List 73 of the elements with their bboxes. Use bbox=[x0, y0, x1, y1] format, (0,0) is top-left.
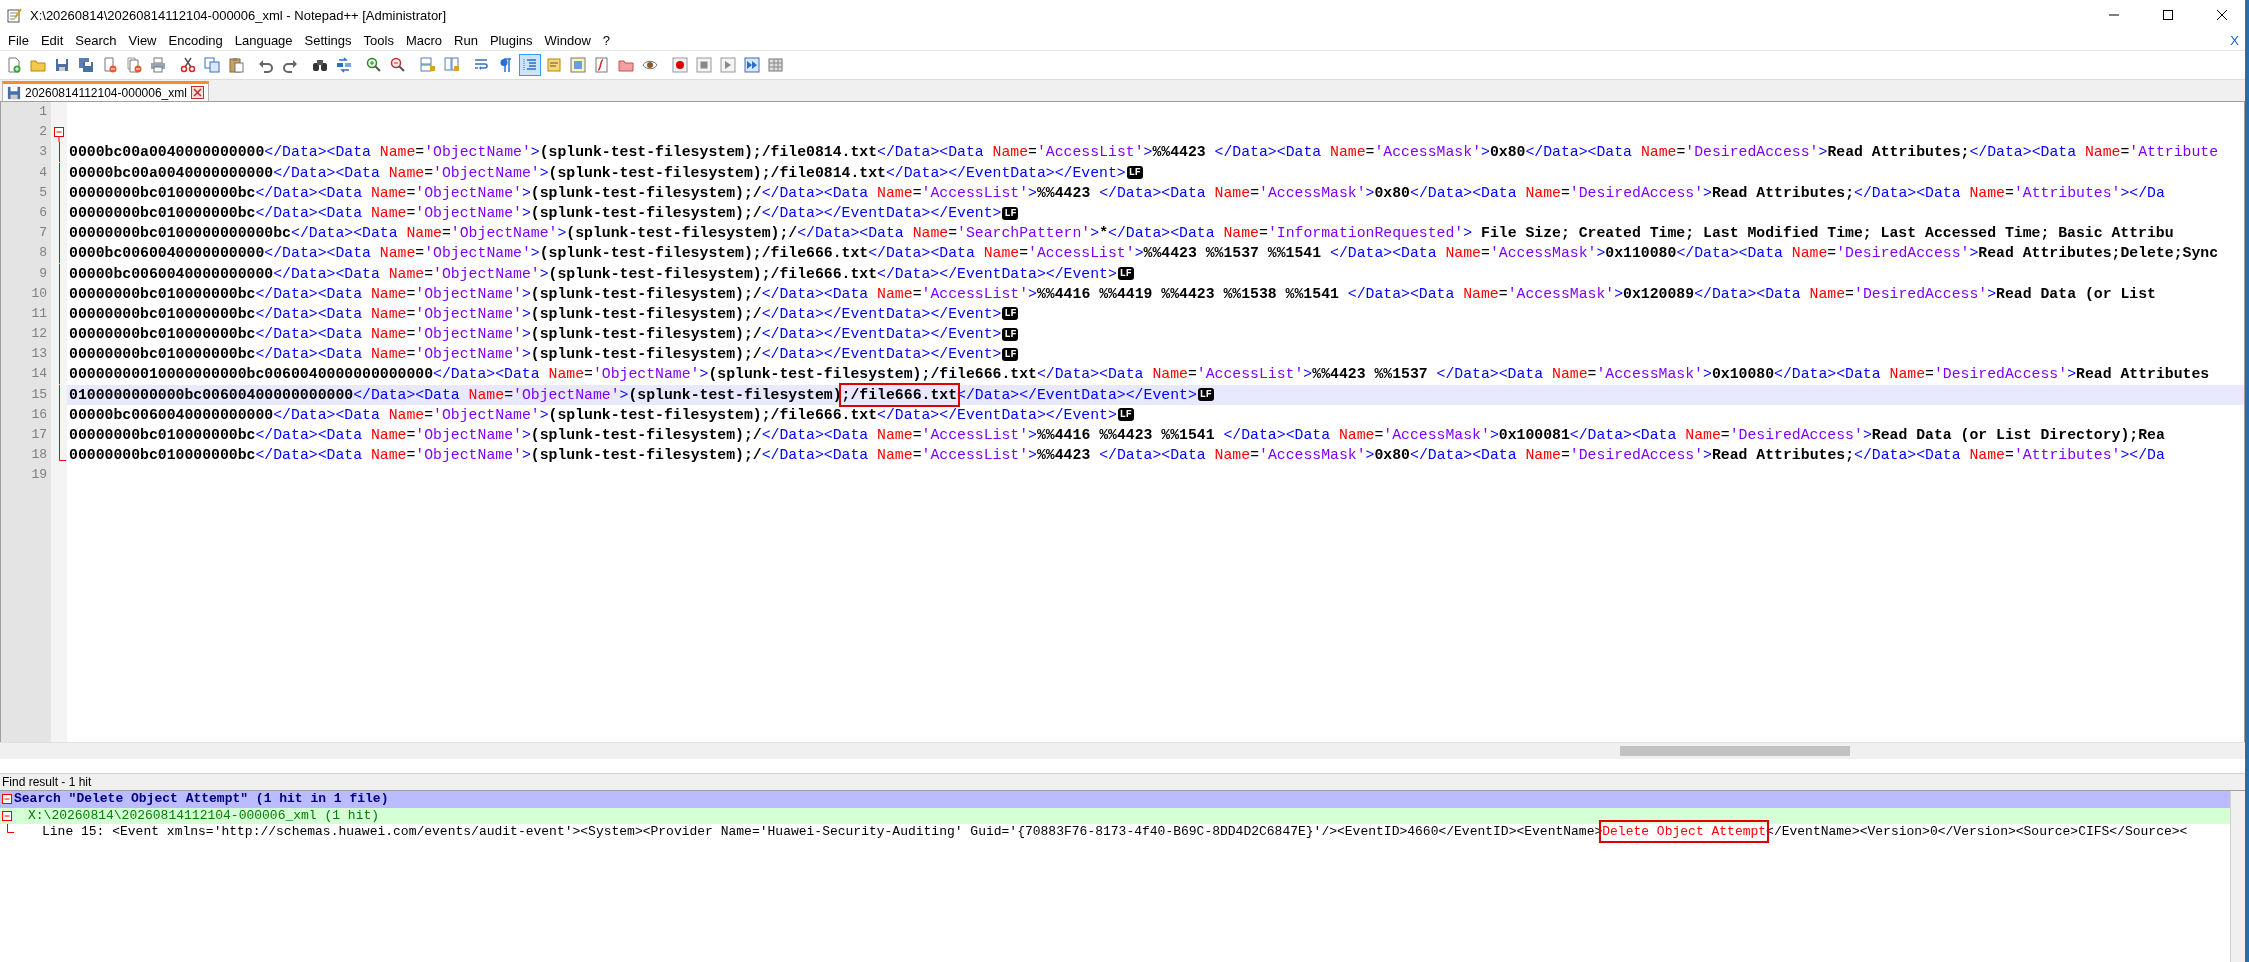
code-line: 00000000bc010000000bc</Data><Data Name='ObjectName'>(splunk-test-filesystem);/</Data></EventData></Event> bbox=[69, 345, 1002, 365]
notepad-icon bbox=[6, 7, 22, 23]
code-line: 00000bc0060040000000000</Data><Data Name='ObjectName'>(splunk-test-filesystem);/file666.txt</Data></EventData></Event> bbox=[69, 264, 1117, 284]
code-line: 00000000bc010000000bc</Data><Data Name='ObjectName'>(splunk-test-filesystem);/</Data></EventData></Event> bbox=[69, 203, 1002, 223]
panel-title: Find result - 1 hit bbox=[2, 775, 92, 789]
menu-item[interactable]: Macro bbox=[399, 32, 449, 48]
horizontal-scrollbar[interactable] bbox=[0, 742, 2245, 759]
line-number: 8 bbox=[38, 244, 48, 263]
code-line: 0100000000000bc00600400000000000</Data><Data Name='ObjectName'>(splunk-test-filesystem);/file666.txt</Data></EventData></Event> bbox=[69, 385, 1197, 405]
close-icon[interactable] bbox=[2216, 10, 2228, 20]
menu-item[interactable]: Language bbox=[228, 32, 299, 48]
line-number: 1 bbox=[38, 103, 48, 121]
line-ending-badge: LF bbox=[1002, 307, 1019, 321]
line-ending-badge: LF bbox=[1126, 166, 1143, 180]
menu-item[interactable]: File bbox=[2, 32, 35, 48]
line-number: 3 bbox=[38, 143, 48, 162]
menu-item[interactable]: Window bbox=[538, 32, 597, 48]
line-number: 7 bbox=[38, 224, 48, 243]
menu-item[interactable]: Edit bbox=[34, 32, 70, 48]
code-line: 00000bc0060040000000000</Data><Data Name='ObjectName'>(splunk-test-filesystem);/file666.txt</Data></EventData></Event> bbox=[69, 405, 1117, 425]
line-number: 10 bbox=[30, 284, 48, 303]
menu-item[interactable]: Run bbox=[448, 32, 484, 48]
code-line: 00000bc00a0040000000000</Data><Data Name='ObjectName'>(splunk-test-filesystem);/file0814.txt</Data></EventData></Event> bbox=[69, 163, 1126, 183]
code-line: 00000000bc010000000bc</Data><Data Name='ObjectName'>(splunk-test-filesystem);/</Data></EventData></Event> bbox=[69, 325, 1002, 345]
code-line: 00000000010000000000bc0060040000000000000</Data><Data Name='ObjectName'>(splunk-test-filesystem);/file666.txt</Data><Data Name='AccessList'>%%4423 %%1537 </Data><Data Name='AccessMask'>0x10080</Data><Data Name='DesiredAccess'>Read Attributes bbox=[69, 365, 2210, 385]
code-line: 0000bc00a0040000000000</Data><Data Name='ObjectName'>(splunk-test-filesystem);/file0814.txt</Data><Data Name='AccessList'>%%4423 </Data><Data Name='AccessMask'>0x80</Data><Data Name='DesiredAccess'>Read Attributes;</Data><Data Name='Attribute bbox=[69, 143, 2219, 163]
line-number: 15 bbox=[30, 385, 48, 404]
line-ending-badge: LF bbox=[1002, 347, 1019, 361]
menu-item[interactable]: Tools bbox=[357, 32, 400, 48]
vertical-scrollbar[interactable] bbox=[2230, 791, 2245, 962]
line-number: 13 bbox=[30, 345, 48, 364]
menu-item[interactable]: View bbox=[122, 32, 163, 48]
line-number: 18 bbox=[30, 446, 48, 465]
line-number: 6 bbox=[38, 203, 48, 222]
line-ending-badge: LF bbox=[1117, 408, 1134, 422]
fold-collapse-icon[interactable] bbox=[54, 127, 65, 143]
file-path: X:\20260814\20260814112104-000006_xml (1 hit) bbox=[28, 807, 380, 824]
line-number: 11 bbox=[30, 304, 48, 323]
line-ending-badge: LF bbox=[1002, 327, 1019, 341]
line-ending-badge: LF bbox=[1002, 206, 1019, 220]
code-line: 00000000bc010000000bc</Data><Data Name='ObjectName'>(splunk-test-filesystem);/</Data><Data Name='AccessList'>%%4423 </Data><Data Name='AccessMask'>0x80</Data><Data Name='DesiredAccess'>Read Attributes;</Data><Data Name='Attributes'></Da bbox=[69, 446, 2165, 466]
file-tab[interactable]: 20260814112104-000006_xml bbox=[2, 81, 209, 101]
code-line: 00000000bc010000000bc</Data><Data Name='ObjectName'>(splunk-test-filesystem);/</Data><Data Name='AccessList'>%%4416 %%4419 %%4423 %%1538 %%1541 </Data><Data Name='AccessMask'>0x120089</Data><Data Name='DesiredAccess'>Read Data (or List bbox=[69, 284, 2156, 304]
line-number: 2 bbox=[38, 123, 48, 142]
line-number: 4 bbox=[38, 163, 48, 182]
close-document-button[interactable]: X bbox=[2230, 32, 2245, 48]
menu-item[interactable]: Plugins bbox=[483, 32, 539, 48]
line-ending-badge: LF bbox=[1117, 267, 1134, 281]
menu-item[interactable]: Settings bbox=[298, 32, 358, 48]
search-summary-row[interactable]: Search "Delete Object Attempt" (1 hit in 1 file) bbox=[0, 791, 2230, 808]
line-ending-badge: LF bbox=[1197, 388, 1214, 402]
scrollbar-thumb[interactable] bbox=[1620, 746, 1850, 756]
code-line: 00000000bc010000000bc</Data><Data Name='ObjectName'>(splunk-test-filesystem);/</Data><Data Name='AccessList'>%%4416 %%4423 %%1541 </Data><Data Name='AccessMask'>0x100081</Data><Data Name='DesiredAccess'>Read Data (or List Directory);Rea bbox=[69, 426, 2165, 445]
maximize-icon[interactable] bbox=[2162, 10, 2174, 20]
line-number: 19 bbox=[30, 466, 48, 485]
tab-label: 20260814112104-000006_xml bbox=[25, 85, 187, 100]
line-number: 9 bbox=[38, 264, 48, 283]
code-line: 00000000bc010000000bc</Data><Data Name='ObjectName'>(splunk-test-filesystem);/</Data><Data Name='AccessList'>%%4423 </Data><Data Name='AccessMask'>0x80</Data><Data Name='DesiredAccess'>Read Attributes;</Data><Data Name='Attributes'></Da bbox=[69, 183, 2165, 203]
code-line: 00000000bc0100000000000bc</Data><Data Name='ObjectName'>(splunk-test-filesystem);/</Data><Data Name='SearchPattern'>*</Data><Data Name='InformationRequested'> File Size; Created Time; Last Modified Time; Last Accessed Time; Basic Attribu bbox=[69, 224, 2174, 244]
line-number: 14 bbox=[30, 365, 48, 384]
close-tab-icon[interactable] bbox=[190, 86, 204, 99]
menu-item[interactable]: ? bbox=[596, 32, 617, 48]
code-line: 00000000bc010000000bc</Data><Data Name='ObjectName'>(splunk-test-filesystem);/</Data></EventData></Event> bbox=[69, 304, 1002, 324]
line-number: 5 bbox=[38, 183, 48, 202]
search-summary: Search "Delete Object Attempt" (1 hit in 1 file) bbox=[14, 791, 389, 808]
menu-item[interactable]: Encoding bbox=[162, 32, 229, 48]
line-number: 17 bbox=[30, 426, 48, 444]
window-title: X:\20260814\20260814112104-000006_xml - Notepad++ [Administrator] bbox=[30, 7, 448, 23]
menu-item[interactable]: Search bbox=[69, 32, 123, 48]
code-line: 0000bc0060040000000000</Data><Data Name='ObjectName'>(splunk-test-filesystem);/file666.txt</Data><Data Name='AccessList'>%%4423 %%1537 %%1541 </Data><Data Name='AccessMask'>0x110080</Data><Data Name='DesiredAccess'>Read Attributes;Delete;Sync bbox=[69, 244, 2219, 264]
line-number: 12 bbox=[30, 325, 48, 344]
line-number: 16 bbox=[30, 405, 48, 424]
tree-branch-line bbox=[7, 824, 14, 833]
